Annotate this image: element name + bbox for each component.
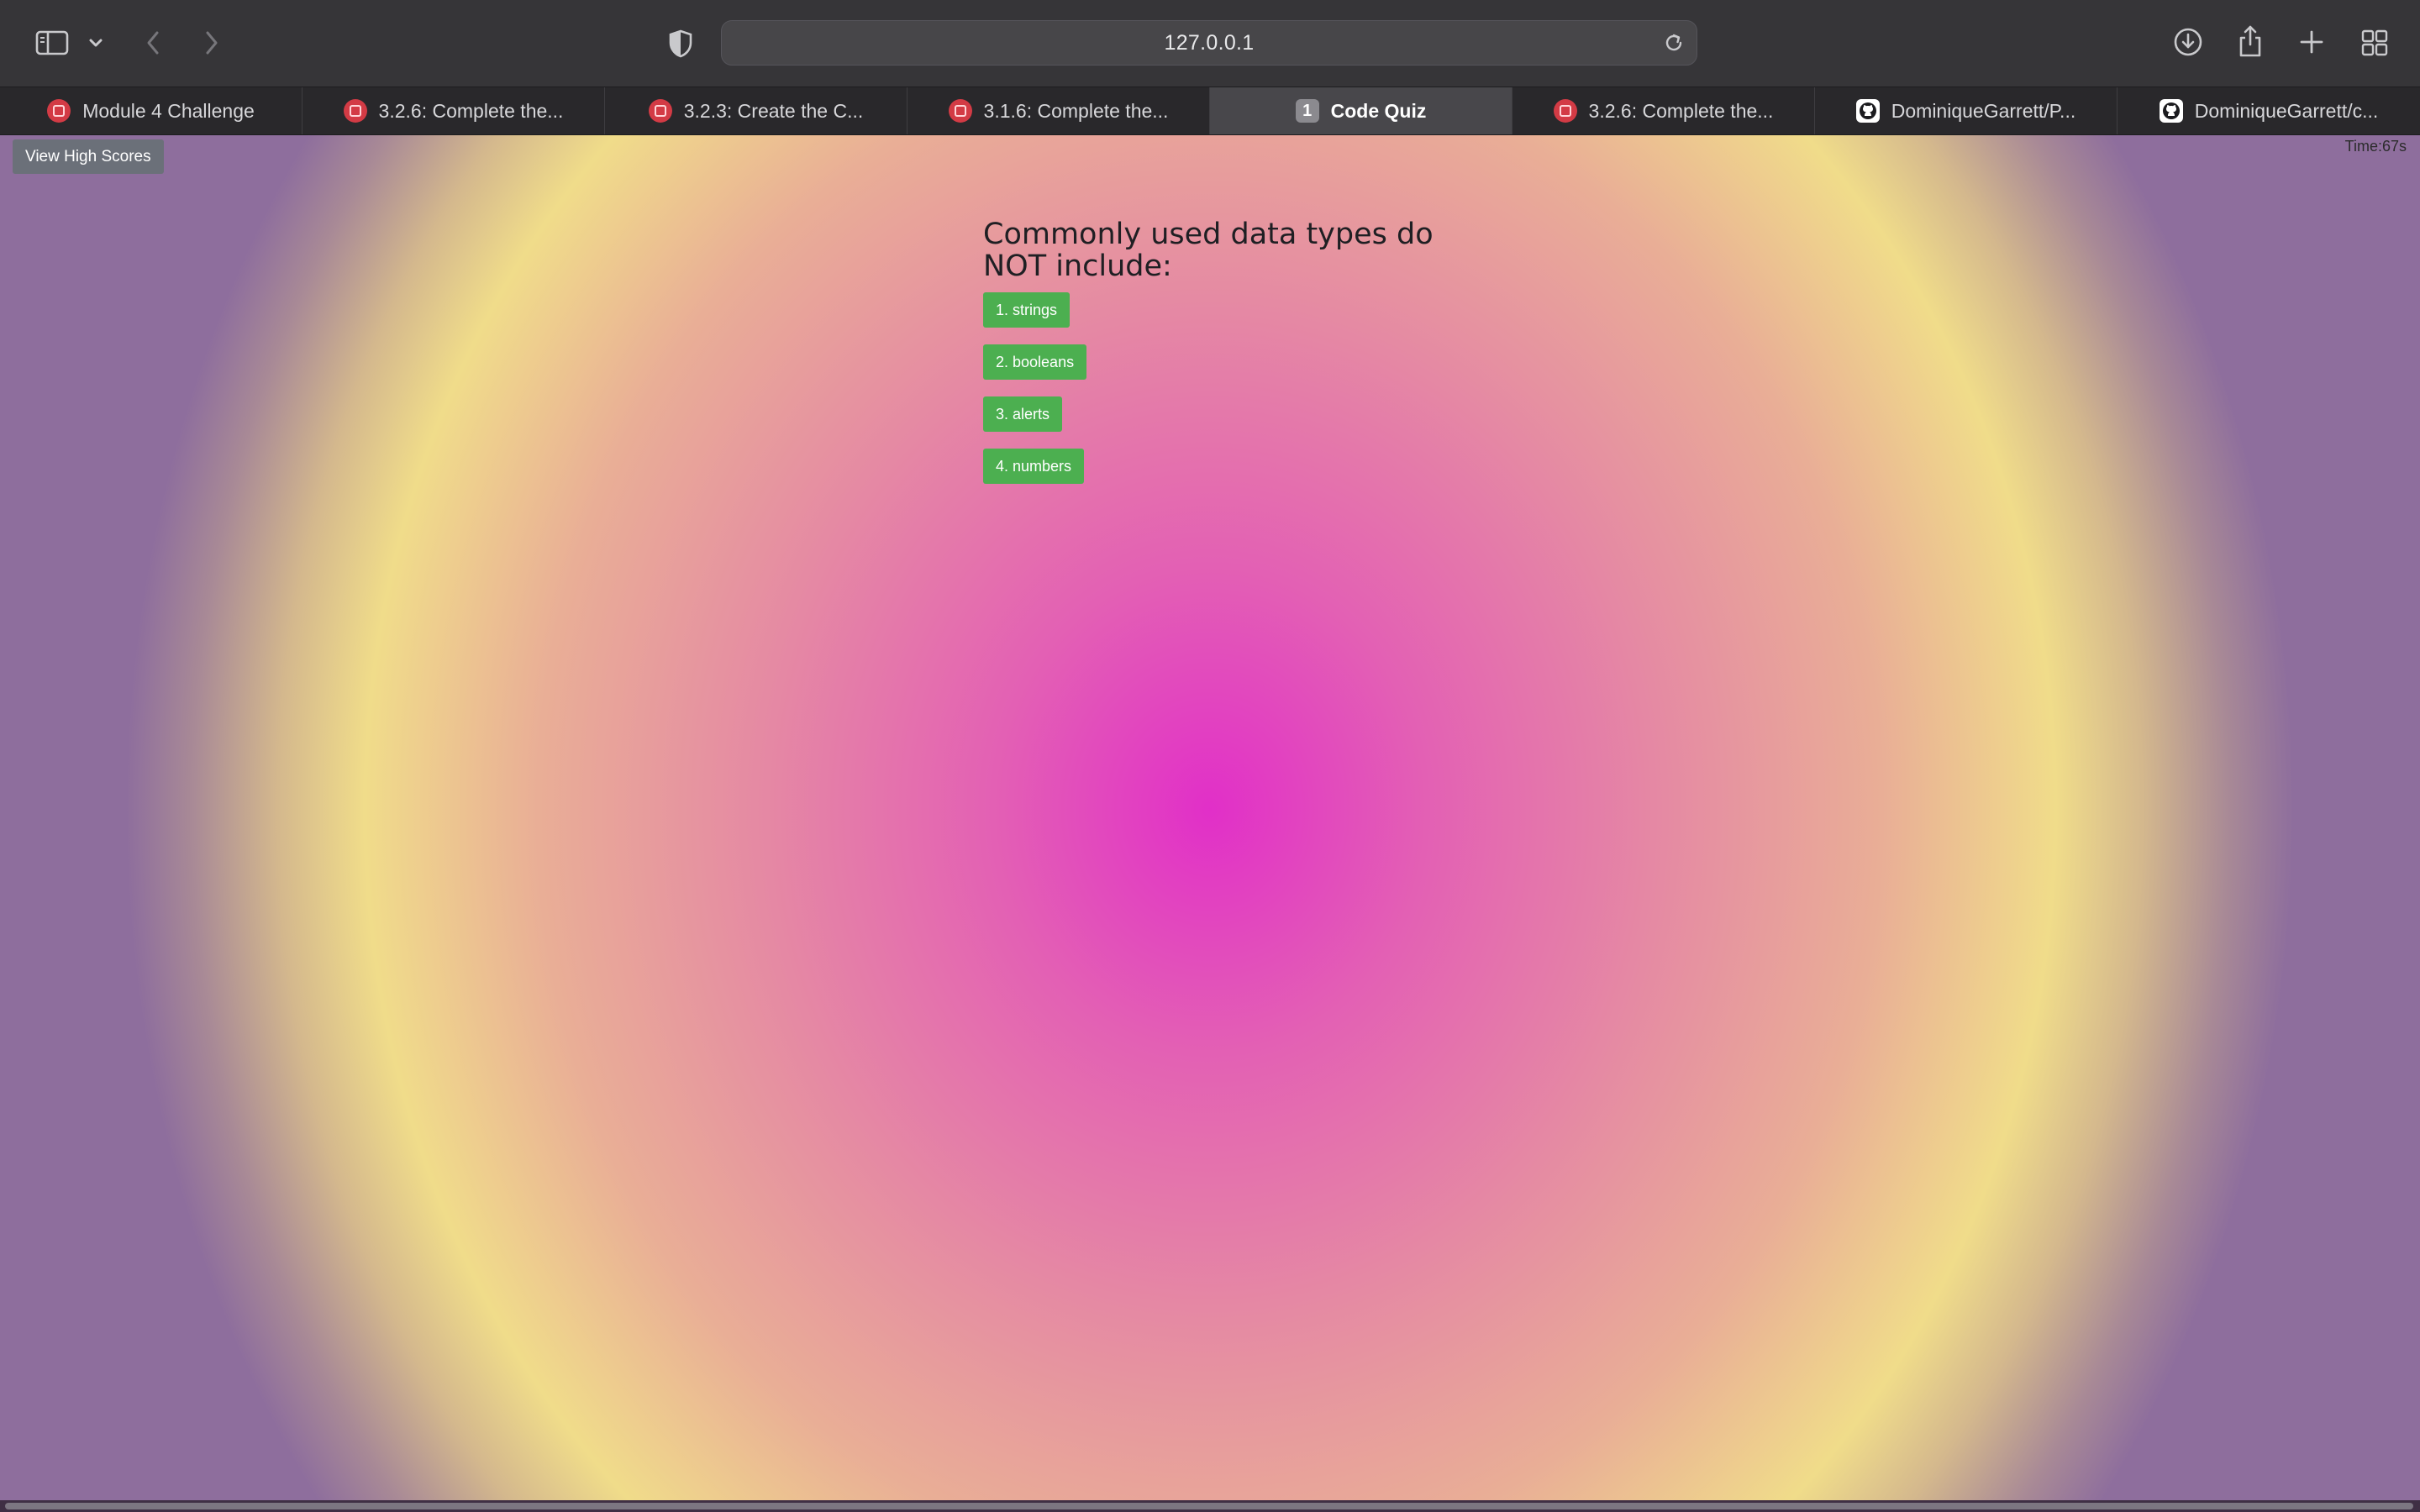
canvas-icon <box>1553 99 1577 123</box>
horizontal-scrollbar[interactable] <box>0 1500 2420 1512</box>
quiz-page: View High Scores Time:67s Commonly used … <box>0 135 2420 1512</box>
tab-module-4-challenge[interactable]: Module 4 Challenge <box>0 87 302 134</box>
sidebar-toggle-button[interactable] <box>34 27 71 59</box>
tab-group-dropdown[interactable] <box>84 32 108 54</box>
tab-label: 3.2.6: Complete the... <box>378 99 564 122</box>
question-text: Commonly used data types do NOT include: <box>983 218 1434 283</box>
canvas-icon <box>948 99 972 123</box>
scrollbar-thumb[interactable] <box>5 1503 2413 1509</box>
tab-github-1[interactable]: DominiqueGarrett/P... <box>1815 87 2118 134</box>
answer-button-1[interactable]: 1. strings <box>983 292 1071 328</box>
download-icon <box>2174 28 2202 56</box>
tab-code-quiz[interactable]: 1 Code Quiz <box>1210 87 1512 134</box>
canvas-icon <box>648 99 672 123</box>
github-icon <box>2159 99 2183 123</box>
share-icon <box>2239 25 2261 57</box>
downloads-button[interactable] <box>2171 25 2205 59</box>
tab-badge: 1 <box>1295 99 1319 123</box>
plus-icon <box>2300 30 2323 54</box>
view-high-scores-button[interactable]: View High Scores <box>13 139 164 174</box>
tab-3-1-6-complete[interactable]: 3.1.6: Complete the... <box>908 87 1210 134</box>
new-tab-button[interactable] <box>2296 27 2327 57</box>
reload-icon <box>1665 34 1682 51</box>
tab-3-2-6-complete-2[interactable]: 3.2.6: Complete the... <box>1512 87 1815 134</box>
url-text: 127.0.0.1 <box>1164 30 1255 55</box>
tab-3-2-6-complete[interactable]: 3.2.6: Complete the... <box>302 87 605 134</box>
chevron-down-icon <box>89 39 103 47</box>
tab-github-2[interactable]: DominiqueGarrett/c... <box>2118 87 2420 134</box>
forward-button[interactable] <box>198 27 225 59</box>
tab-label: 3.1.6: Complete the... <box>983 99 1169 122</box>
share-button[interactable] <box>2235 24 2265 59</box>
address-bar[interactable]: 127.0.0.1 <box>721 20 1697 66</box>
answer-list: 1. strings 2. booleans 3. alerts 4. numb… <box>983 292 1087 501</box>
tab-3-2-3-create[interactable]: 3.2.3: Create the C... <box>605 87 908 134</box>
shield-icon <box>669 29 692 58</box>
tab-label: 3.2.3: Create the C... <box>683 99 864 122</box>
timer: Time:67s <box>2344 138 2407 155</box>
privacy-report-button[interactable] <box>664 27 697 60</box>
sidebar-icon <box>35 30 69 55</box>
chevron-right-icon <box>206 31 218 55</box>
canvas-icon <box>343 99 367 123</box>
reload-button[interactable] <box>1663 32 1685 58</box>
tab-label: Module 4 Challenge <box>82 99 255 122</box>
tab-overview-button[interactable] <box>2358 27 2391 59</box>
tab-label: Code Quiz <box>1330 99 1427 122</box>
canvas-icon <box>47 99 71 123</box>
answer-button-3[interactable]: 3. alerts <box>983 396 1063 432</box>
browser-toolbar: 127.0.0.1 <box>0 0 2420 87</box>
answer-button-4[interactable]: 4. numbers <box>983 449 1085 484</box>
github-icon <box>1855 99 1880 123</box>
tab-bar: Module 4 Challenge 3.2.6: Complete the..… <box>0 87 2420 135</box>
tab-label: DominiqueGarrett/c... <box>2194 99 2379 122</box>
answer-button-2[interactable]: 2. booleans <box>983 344 1087 380</box>
chevron-left-icon <box>147 31 159 55</box>
tab-label: 3.2.6: Complete the... <box>1588 99 1774 122</box>
back-button[interactable] <box>139 27 166 59</box>
grid-icon <box>2361 29 2388 56</box>
tab-label: DominiqueGarrett/P... <box>1891 99 2076 122</box>
